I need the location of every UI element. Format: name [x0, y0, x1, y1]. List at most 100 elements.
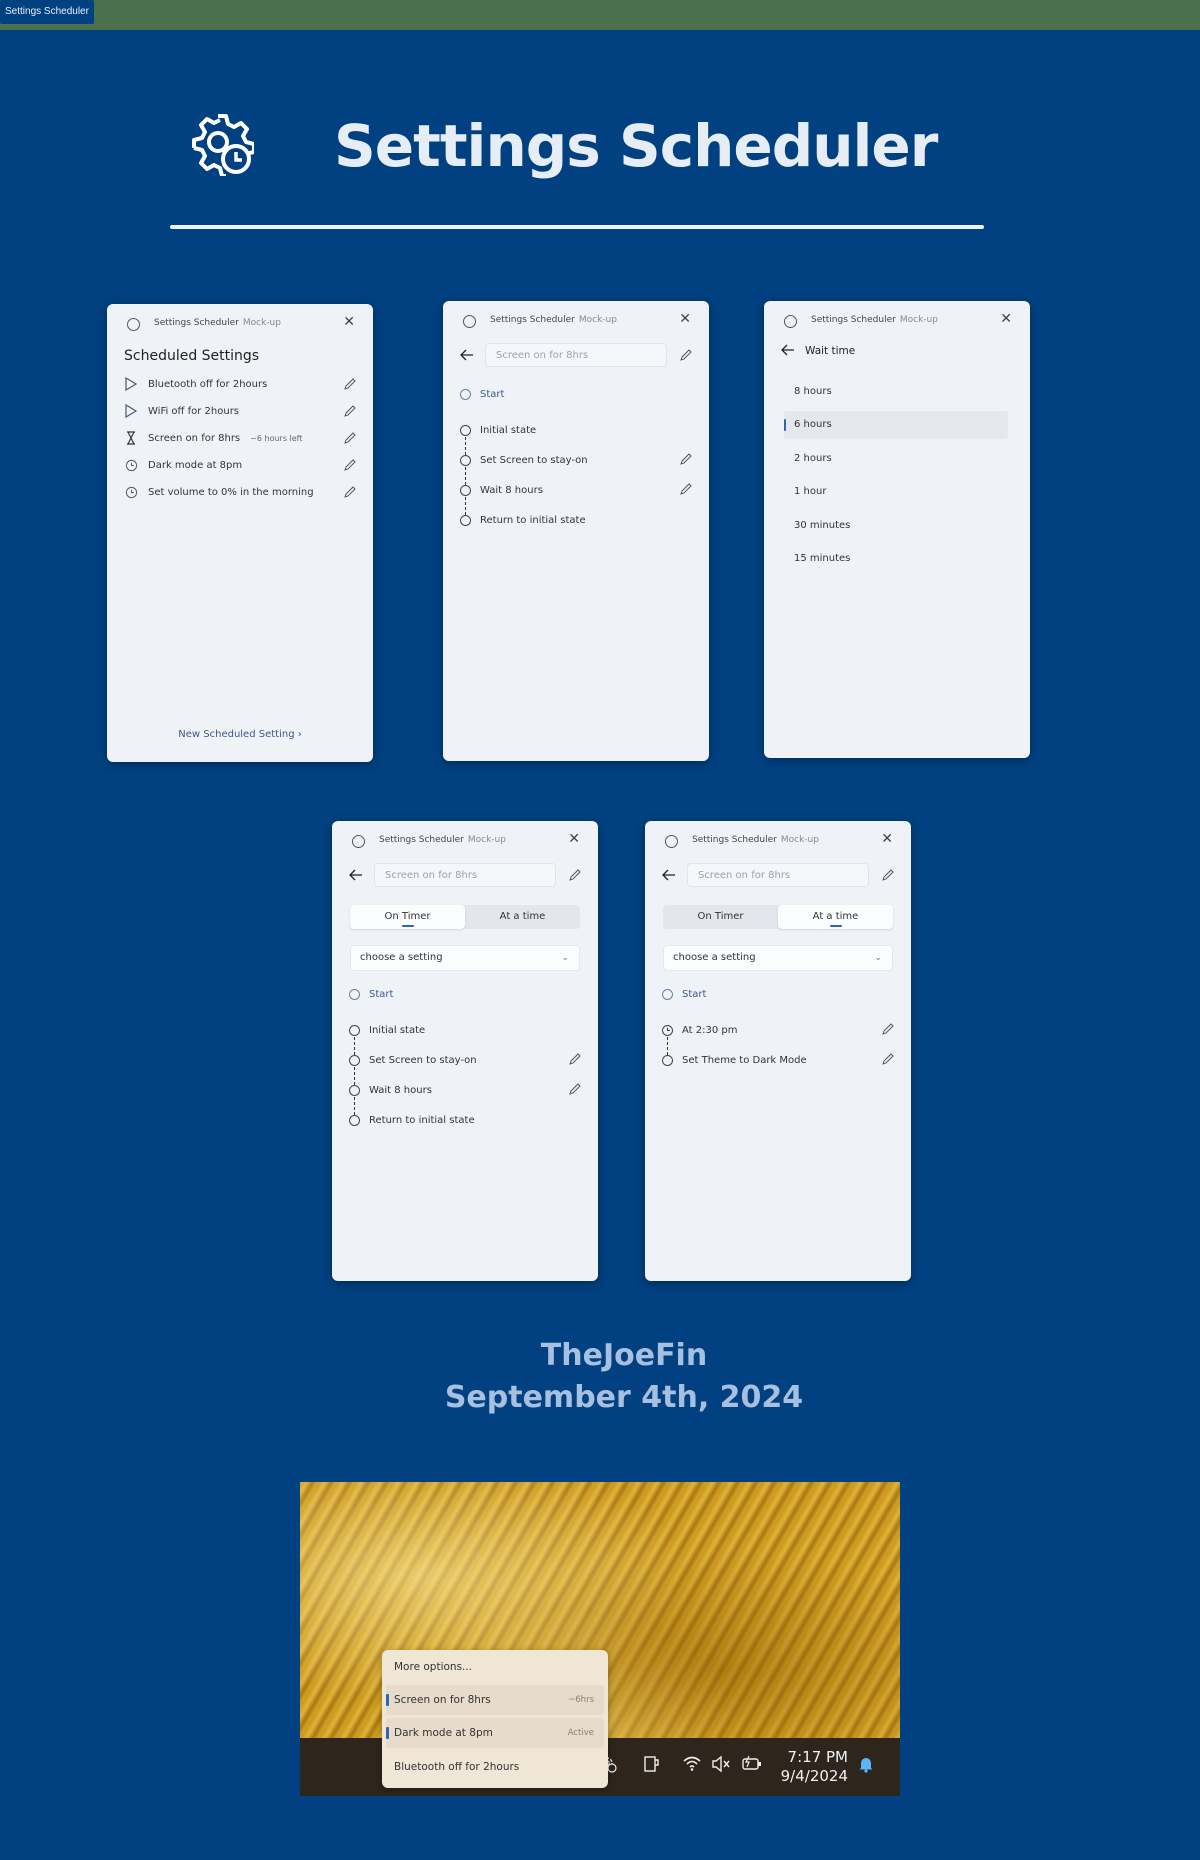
- mockup-badge: Mock-up: [467, 835, 506, 845]
- circle-icon: [460, 484, 471, 496]
- pencil-icon[interactable]: [679, 482, 693, 496]
- tab-at-a-time[interactable]: At a time: [465, 905, 580, 929]
- timeline-step: Initial state: [460, 421, 693, 439]
- wait-option[interactable]: 8 hours: [784, 378, 1008, 406]
- pencil-icon[interactable]: [343, 377, 357, 391]
- wait-option[interactable]: 1 hour: [784, 478, 1008, 506]
- pencil-icon[interactable]: [881, 868, 895, 882]
- list-item[interactable]: Screen on for 8hrs ~6 hours left: [124, 428, 357, 448]
- item-label: Bluetooth off for 2hours: [148, 378, 268, 390]
- browser-tab-strip: Settings Scheduler: [0, 0, 1200, 30]
- tab-at-a-time[interactable]: At a time: [778, 905, 893, 929]
- back-arrow-icon[interactable]: [348, 867, 364, 883]
- app-name: Settings Scheduler: [811, 315, 896, 325]
- circle-icon: [460, 388, 471, 400]
- bell-icon[interactable]: [856, 1754, 876, 1774]
- back-arrow-icon[interactable]: [780, 342, 796, 358]
- section-heading: Scheduled Settings: [124, 348, 260, 364]
- wifi-icon[interactable]: [682, 1753, 702, 1773]
- mockup-badge: Mock-up: [899, 315, 938, 325]
- wait-option[interactable]: 15 minutes: [784, 545, 1008, 573]
- battery-charging-icon[interactable]: [741, 1754, 763, 1774]
- list-item[interactable]: WiFi off for 2hours: [124, 401, 357, 421]
- list-item[interactable]: Dark mode at 8pm: [124, 455, 357, 475]
- choose-setting-dropdown[interactable]: choose a setting ⌄: [350, 945, 580, 971]
- pencil-icon[interactable]: [568, 868, 582, 882]
- new-scheduled-setting-link[interactable]: New Scheduled Setting ›: [107, 729, 373, 740]
- pencil-icon[interactable]: [343, 485, 357, 499]
- chevron-down-icon: ⌄: [561, 953, 569, 963]
- circle-icon: [460, 454, 471, 466]
- app-name: Settings Scheduler: [490, 315, 575, 325]
- title-bar: Settings Scheduler Mock-up ✕: [443, 301, 709, 339]
- timeline-step: Wait 8 hours: [460, 481, 693, 499]
- pencil-icon[interactable]: [343, 458, 357, 472]
- clock-date: 9/4/2024: [780, 1767, 848, 1785]
- tab-on-timer[interactable]: On Timer: [350, 905, 465, 929]
- pencil-icon[interactable]: [568, 1082, 582, 1096]
- menu-item-schedule[interactable]: Bluetooth off for 2hours: [386, 1752, 604, 1782]
- pencil-icon[interactable]: [343, 404, 357, 418]
- remaining-time: ~6hrs: [568, 1695, 594, 1705]
- window-on-timer: Settings Scheduler Mock-up ✕ Screen on fo…: [332, 821, 598, 1281]
- title-bar: Settings Scheduler Mock-up ✕: [332, 821, 598, 859]
- circle-icon: [460, 514, 471, 526]
- wait-option[interactable]: 30 minutes: [784, 512, 1008, 540]
- circle-icon: [662, 1054, 673, 1066]
- menu-item-active-schedule[interactable]: Dark mode at 8pm Active: [386, 1718, 604, 1748]
- mockup-badge: Mock-up: [578, 315, 617, 325]
- window-scheduled-list: Settings Scheduler Mock-up ✕ Scheduled Se…: [107, 304, 373, 762]
- taskbar-clock[interactable]: 7:17 PM 9/4/2024: [781, 1748, 848, 1786]
- pencil-icon[interactable]: [679, 348, 693, 362]
- setting-name-input[interactable]: Screen on for 8hrs: [374, 863, 556, 887]
- close-button[interactable]: ✕: [881, 831, 893, 847]
- page-title: Settings Scheduler: [334, 112, 938, 180]
- status-badge: Active: [567, 1728, 594, 1738]
- item-label: Set volume to 0% in the morning: [148, 486, 314, 498]
- app-icon: [665, 835, 678, 848]
- setting-name-input[interactable]: Screen on for 8hrs: [485, 343, 667, 367]
- menu-item-more-options[interactable]: More options...: [386, 1652, 604, 1682]
- timeline-step: At 2:30 pm: [662, 1021, 895, 1039]
- author-name: TheJoeFin: [540, 1338, 708, 1373]
- volume-muted-icon[interactable]: [711, 1754, 731, 1774]
- pencil-icon[interactable]: [568, 1052, 582, 1066]
- circle-icon: [662, 988, 673, 1000]
- wait-option[interactable]: 2 hours: [784, 445, 1008, 473]
- list-item[interactable]: Bluetooth off for 2hours: [124, 374, 357, 394]
- close-button[interactable]: ✕: [679, 311, 691, 327]
- tab-on-timer[interactable]: On Timer: [663, 905, 778, 929]
- menu-item-active-schedule[interactable]: Screen on for 8hrs ~6hrs: [386, 1685, 604, 1715]
- mug-icon[interactable]: [642, 1754, 662, 1774]
- timeline-step: Initial state: [349, 1021, 582, 1039]
- setting-name-input[interactable]: Screen on for 8hrs: [687, 863, 869, 887]
- pencil-icon[interactable]: [679, 452, 693, 466]
- wait-option-selected[interactable]: 6 hours: [784, 411, 1008, 439]
- pencil-icon[interactable]: [881, 1022, 895, 1036]
- pencil-icon[interactable]: [881, 1052, 895, 1066]
- back-arrow-icon[interactable]: [459, 347, 475, 363]
- back-arrow-icon[interactable]: [661, 867, 677, 883]
- close-button[interactable]: ✕: [343, 314, 355, 330]
- pencil-icon[interactable]: [343, 431, 357, 445]
- timeline-start: Start: [662, 985, 895, 1003]
- timeline-step: Return to initial state: [349, 1111, 582, 1129]
- timeline-step: Set Screen to stay-on: [349, 1051, 582, 1069]
- circle-icon: [349, 988, 360, 1000]
- close-button[interactable]: ✕: [568, 831, 580, 847]
- circle-icon: [460, 424, 471, 436]
- desktop-screenshot: Sunny 7:17 PM9/4/2024 More options... Sc…: [300, 1482, 900, 1796]
- timeline-step: Return to initial state: [460, 511, 693, 529]
- timeline-start: Start: [349, 985, 582, 1003]
- circle-icon: [349, 1084, 360, 1096]
- app-name: Settings Scheduler: [379, 835, 464, 845]
- browser-tab[interactable]: Settings Scheduler: [0, 0, 94, 24]
- timeline-step: Set Screen to stay-on: [460, 451, 693, 469]
- close-button[interactable]: ✕: [1000, 311, 1012, 327]
- play-icon: [124, 404, 138, 418]
- gear-clock-icon: [192, 114, 254, 176]
- list-item[interactable]: Set volume to 0% in the morning: [124, 482, 357, 502]
- circle-icon: [349, 1114, 360, 1126]
- clock-icon: [124, 485, 138, 499]
- choose-setting-dropdown[interactable]: choose a setting ⌄: [663, 945, 893, 971]
